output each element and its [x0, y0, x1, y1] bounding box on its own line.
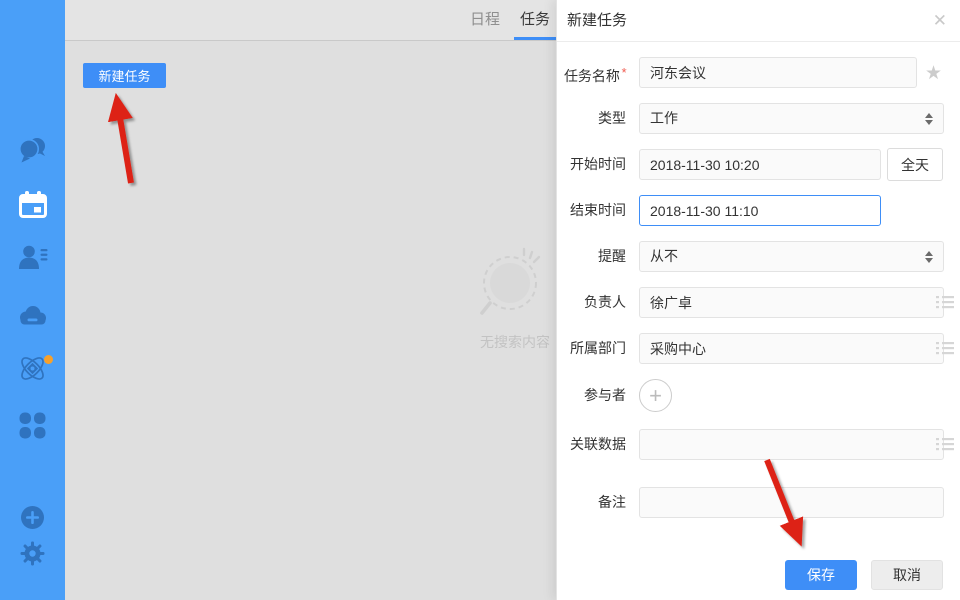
new-task-panel: 新建任务 ✕ 任务名称* ★ 类型 工作 开始时间 全天 结束时间	[556, 0, 960, 600]
department-row: 所属部门	[557, 333, 960, 366]
reminder-row: 提醒 从不	[557, 241, 960, 274]
notes-input[interactable]	[639, 487, 944, 518]
grid-icon[interactable]	[0, 412, 65, 439]
list-picker-icon[interactable]	[936, 437, 954, 452]
end-time-label: 结束时间	[557, 195, 626, 228]
panel-header: 新建任务 ✕	[557, 0, 960, 42]
end-time-row: 结束时间	[557, 195, 960, 228]
owner-input[interactable]	[639, 287, 944, 318]
department-label: 所属部门	[557, 333, 626, 366]
updown-arrows-icon	[925, 112, 934, 126]
participants-row: 参与者 +	[557, 380, 960, 413]
task-name-row: 任务名称* ★	[557, 57, 960, 90]
notes-row: 备注	[557, 487, 960, 520]
notes-label: 备注	[557, 487, 626, 520]
type-select[interactable]: 工作	[639, 103, 944, 134]
all-day-button[interactable]: 全天	[887, 148, 943, 181]
calendar-icon[interactable]	[0, 191, 65, 218]
start-time-input[interactable]	[639, 149, 881, 180]
owner-label: 负责人	[557, 287, 626, 320]
department-input[interactable]	[639, 333, 944, 364]
list-picker-icon[interactable]	[936, 295, 954, 310]
tab-schedule[interactable]: 日程	[470, 0, 500, 40]
cloud-icon[interactable]	[0, 304, 65, 326]
list-picker-icon[interactable]	[936, 341, 954, 356]
owner-row: 负责人	[557, 287, 960, 320]
gear-icon[interactable]	[0, 541, 65, 566]
sidebar	[0, 0, 65, 600]
plus-icon[interactable]	[0, 505, 65, 530]
related-data-row: 关联数据	[557, 429, 960, 462]
reminder-select[interactable]: 从不	[639, 241, 944, 272]
panel-title: 新建任务	[567, 0, 627, 41]
add-participant-button[interactable]: +	[639, 379, 672, 412]
save-button[interactable]: 保存	[785, 560, 857, 590]
participants-label: 参与者	[557, 380, 626, 413]
notification-badge	[44, 355, 53, 364]
related-data-input[interactable]	[639, 429, 944, 460]
star-icon[interactable]: ★	[925, 60, 942, 88]
chat-icon[interactable]	[0, 136, 65, 164]
type-row: 类型 工作	[557, 103, 960, 136]
start-time-row: 开始时间 全天	[557, 149, 960, 182]
related-data-label: 关联数据	[557, 429, 626, 462]
active-tab-underline	[514, 37, 560, 40]
new-task-button[interactable]: 新建任务	[83, 63, 166, 88]
type-select-value: 工作	[650, 110, 678, 126]
type-label: 类型	[557, 103, 626, 136]
task-name-label: 任务名称*	[557, 57, 626, 90]
reminder-select-value: 从不	[650, 248, 678, 264]
end-time-input[interactable]	[639, 195, 881, 226]
contacts-icon[interactable]	[0, 244, 65, 271]
search-empty-icon	[475, 247, 555, 321]
start-time-label: 开始时间	[557, 149, 626, 182]
tab-task[interactable]: 任务	[520, 0, 550, 40]
task-name-input[interactable]	[639, 57, 917, 88]
atom-icon[interactable]	[0, 352, 65, 385]
updown-arrows-icon	[925, 250, 934, 264]
close-icon[interactable]: ✕	[933, 0, 947, 41]
reminder-label: 提醒	[557, 241, 626, 274]
cancel-button[interactable]: 取消	[871, 560, 943, 590]
required-asterisk: *	[621, 65, 626, 80]
app-window: 日程 任务 新建任务 无搜索内容	[0, 0, 960, 600]
